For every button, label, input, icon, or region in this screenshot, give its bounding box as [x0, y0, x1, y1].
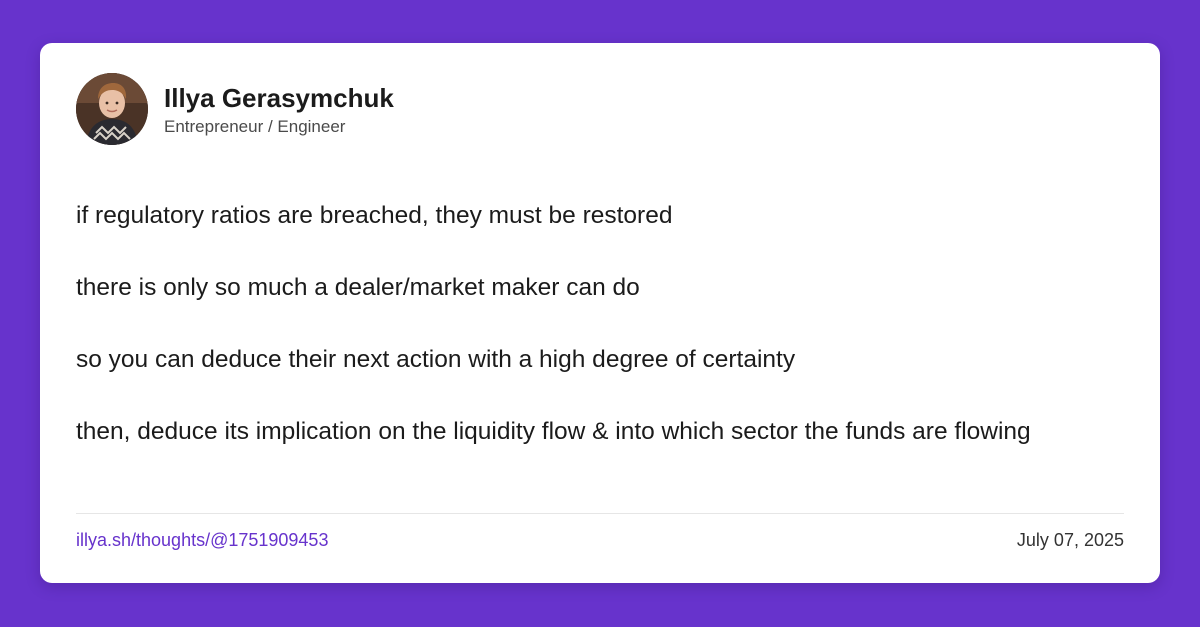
post-paragraph: there is only so much a dealer/market ma…	[76, 274, 640, 301]
author-title: Entrepreneur / Engineer	[164, 117, 346, 136]
post-date: July 07, 2025	[1016, 530, 1124, 550]
post-permalink[interactable]: illya.sh/thoughts/@1751909453	[76, 530, 328, 551]
post-body: if regulatory ratios are breached, they …	[76, 198, 1126, 486]
post-paragraph: then, deduce its implication on the liqu…	[76, 418, 1031, 445]
footer-divider	[76, 513, 1124, 514]
post-paragraph: so you can deduce their next action with…	[76, 346, 796, 373]
post-card: Illya Gerasymchuk Entrepreneur / Enginee…	[40, 43, 1160, 583]
post-paragraph: if regulatory ratios are breached, they …	[76, 202, 673, 229]
author-name: Illya Gerasymchuk	[164, 83, 394, 113]
author-avatar	[76, 73, 148, 145]
